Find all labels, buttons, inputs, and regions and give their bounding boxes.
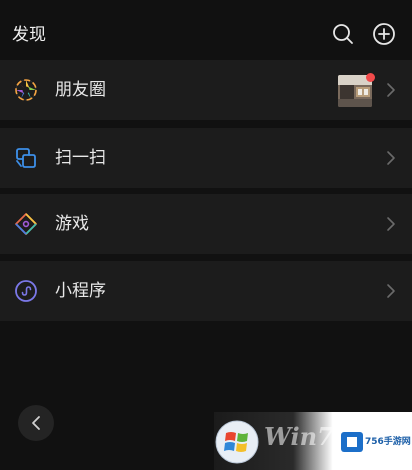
site-logo-icon [341, 432, 363, 452]
chevron-right-icon [387, 217, 395, 231]
row-label: 小程序 [55, 281, 106, 301]
top-bar: 发现 [0, 0, 412, 60]
chevron-right-icon [387, 83, 395, 97]
row-moments[interactable]: 朋友圈 [0, 60, 412, 120]
chevron-right-icon [387, 284, 395, 298]
back-button[interactable] [18, 405, 54, 441]
row-mini-programs[interactable]: 小程序 [0, 261, 412, 321]
chevron-right-icon [387, 151, 395, 165]
watermark-win-text: Win7 [264, 422, 334, 451]
mini-program-icon [14, 279, 38, 303]
watermark-site-text: 756手游网 [365, 437, 411, 447]
page-title: 发现 [12, 25, 46, 45]
moments-aperture-icon [14, 78, 38, 102]
row-games[interactable]: 游戏 [0, 194, 412, 254]
search-icon[interactable] [331, 22, 355, 46]
chevron-left-icon [32, 416, 40, 430]
row-label: 朋友圈 [55, 80, 106, 100]
row-label: 扫一扫 [55, 148, 106, 168]
scan-icon [14, 146, 38, 170]
unread-dot [366, 73, 375, 82]
row-scan[interactable]: 扫一扫 [0, 128, 412, 188]
games-icon [14, 212, 38, 236]
add-circle-icon[interactable] [372, 22, 396, 46]
windows-logo-icon [214, 419, 260, 465]
row-label: 游戏 [55, 214, 89, 234]
